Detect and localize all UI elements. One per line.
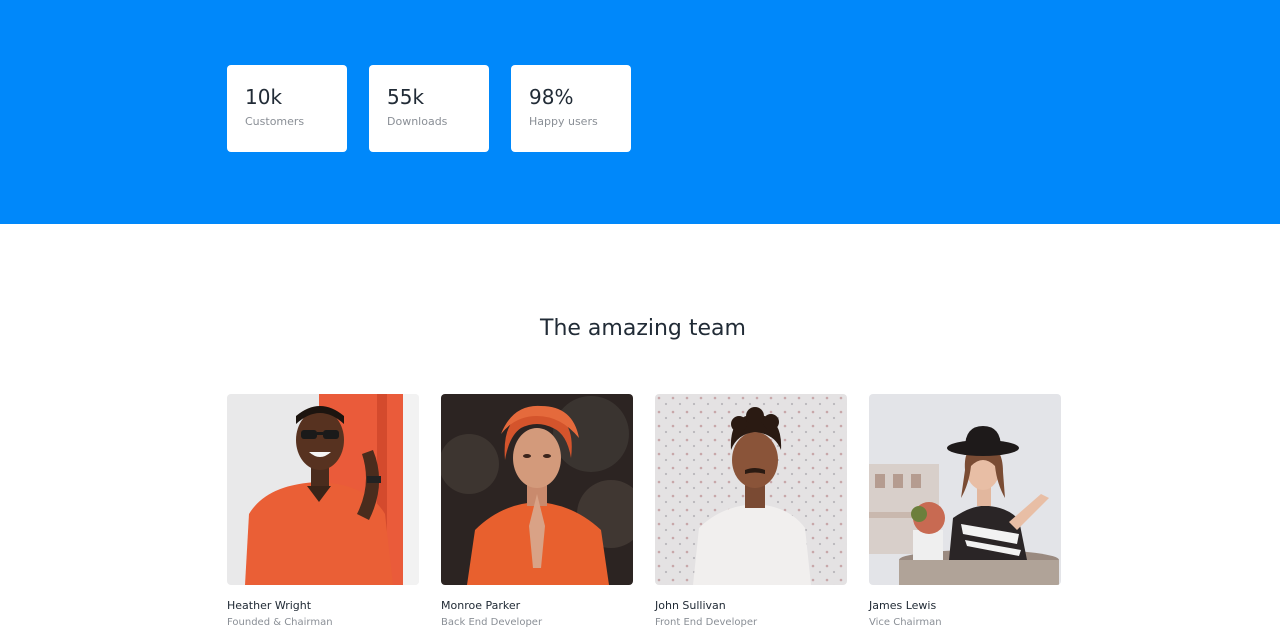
member-photo xyxy=(441,394,633,585)
team-member-card: Monroe Parker Back End Developer xyxy=(441,394,633,628)
member-role: Front End Developer xyxy=(655,617,758,628)
team-member-card: John Sullivan Front End Developer xyxy=(655,394,847,628)
member-name: James Lewis xyxy=(869,599,937,612)
team-section-title: The amazing team xyxy=(540,316,746,341)
stat-value: 55k xyxy=(387,85,425,109)
member-role: Vice Chairman xyxy=(869,617,942,628)
member-name: John Sullivan xyxy=(655,599,726,612)
stats-row: 10k Customers 55k Downloads 98% Happy us… xyxy=(227,65,631,152)
team-member-card: Heather Wright Founded & Chairman xyxy=(227,394,419,628)
team-grid: Heather Wright Founded & Chairman Monroe… xyxy=(227,394,1061,628)
member-name: Heather Wright xyxy=(227,599,312,612)
stat-label: Happy users xyxy=(529,115,598,128)
stat-value: 98% xyxy=(529,85,574,109)
stat-label: Customers xyxy=(245,115,305,128)
stat-card-customers: 10k Customers xyxy=(227,65,347,152)
stat-card-happy-users: 98% Happy users xyxy=(511,65,631,152)
stat-value: 10k xyxy=(245,85,283,109)
member-role: Founded & Chairman xyxy=(227,617,333,628)
member-photo xyxy=(655,394,847,585)
team-member-card: James Lewis Vice Chairman xyxy=(869,394,1061,628)
stat-label: Downloads xyxy=(387,115,448,128)
stat-card-downloads: 55k Downloads xyxy=(369,65,489,152)
member-photo xyxy=(227,394,419,585)
member-name: Monroe Parker xyxy=(441,599,521,612)
member-role: Back End Developer xyxy=(441,617,543,628)
stats-hero: 10k Customers 55k Downloads 98% Happy us… xyxy=(0,0,1280,224)
member-photo xyxy=(869,394,1061,585)
